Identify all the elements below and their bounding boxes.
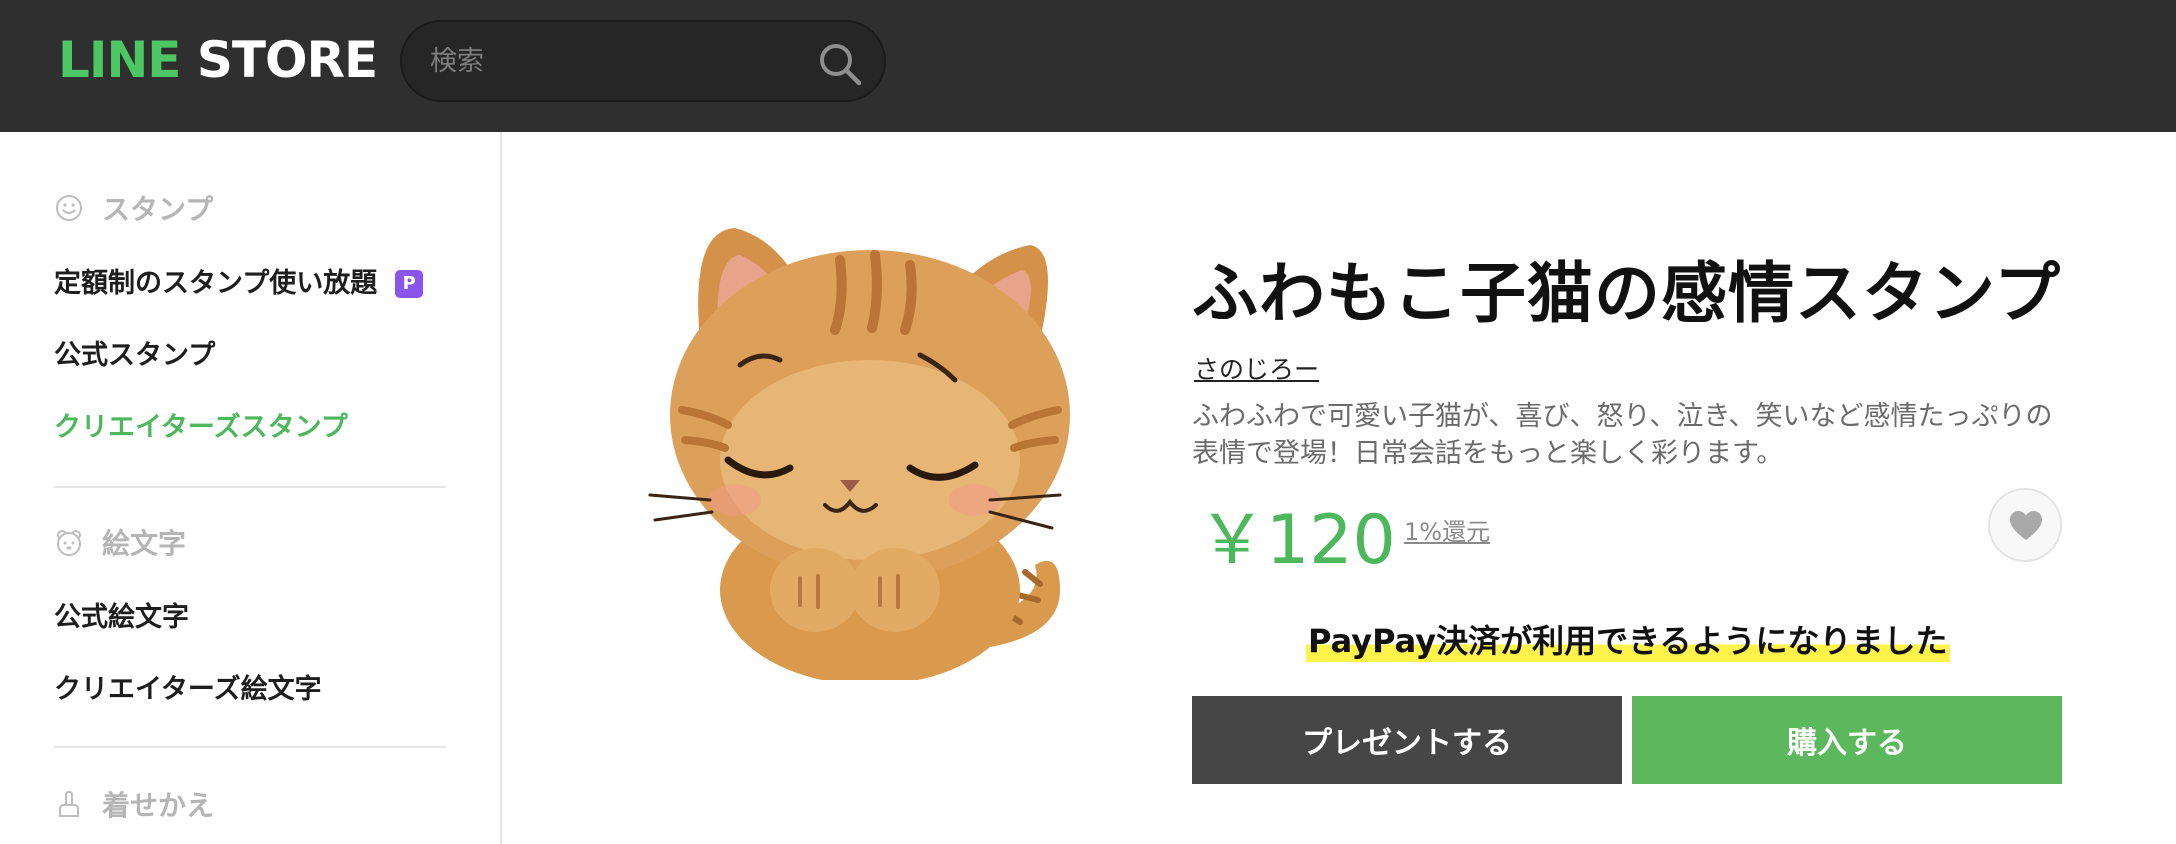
sidebar-item-creators-emoji[interactable]: クリエイターズ絵文字 [54, 670, 322, 710]
sidebar-item-official-stamps[interactable]: 公式スタンプ [54, 336, 215, 376]
line-store-logo[interactable]: LINE STORE [58, 30, 378, 90]
search-icon[interactable] [816, 40, 864, 88]
section-header-emoji: 絵文字 [54, 522, 186, 562]
sidebar-item-label: 定額制のスタンプ使い放題 [54, 268, 378, 299]
top-header: LINE STORE [0, 0, 2176, 132]
section-label-emoji: 絵文字 [102, 527, 187, 560]
section-label-stamps: スタンプ [102, 193, 214, 226]
sidebar-divider [54, 746, 446, 748]
product-description: ふわふわで可愛い子猫が、喜び、怒り、泣き、笑いなど感情たっぷりの表情で登場！日常… [1192, 401, 2053, 469]
category-sidebar: スタンプ 定額制のスタンプ使い放題 P 公式スタンプ クリエイターズスタンプ 絵… [0, 132, 502, 844]
sidebar-item-label: 公式スタンプ [54, 340, 216, 371]
sticker-main-image [648, 228, 1070, 680]
section-label-themes: 着せかえ [102, 789, 215, 822]
gift-button[interactable]: プレゼントする [1192, 696, 1622, 784]
sidebar-item-official-emoji[interactable]: 公式絵文字 [54, 598, 189, 638]
search-input[interactable] [430, 38, 790, 84]
heart-icon [2010, 511, 2042, 540]
sidebar-item-label: 公式絵文字 [54, 602, 189, 633]
search-bar [400, 20, 886, 102]
premium-badge: P [395, 270, 424, 298]
author-link[interactable]: さのじろー [1194, 350, 1319, 386]
bear-face-icon [57, 530, 81, 556]
logo-line-text: LINE [58, 31, 181, 89]
paypay-notice: PayPay決済が利用できるようになりました [1306, 616, 1950, 662]
buy-button[interactable]: 購入する [1632, 696, 2062, 784]
smile-icon [56, 195, 82, 221]
sidebar-item-creators-stamps[interactable]: クリエイターズスタンプ [54, 408, 348, 448]
section-header-themes: 着せかえ [54, 784, 214, 824]
brush-icon [59, 791, 79, 817]
sidebar-item-label: クリエイターズスタンプ [54, 412, 348, 443]
sidebar-divider [54, 486, 446, 488]
logo-store-text: STORE [196, 31, 378, 89]
sidebar-item-label: クリエイターズ絵文字 [54, 674, 322, 705]
product-title: ふわもこ子猫の感情スタンプ [1192, 255, 2062, 332]
sidebar-item-stamp-subscription[interactable]: 定額制のスタンプ使い放題 P [54, 264, 424, 304]
product-price: ￥120 [1198, 501, 1396, 580]
cashback-link[interactable]: 1%還元 [1404, 512, 1490, 547]
section-header-stamps: スタンプ [54, 188, 213, 228]
favorite-button[interactable] [1988, 488, 2062, 562]
